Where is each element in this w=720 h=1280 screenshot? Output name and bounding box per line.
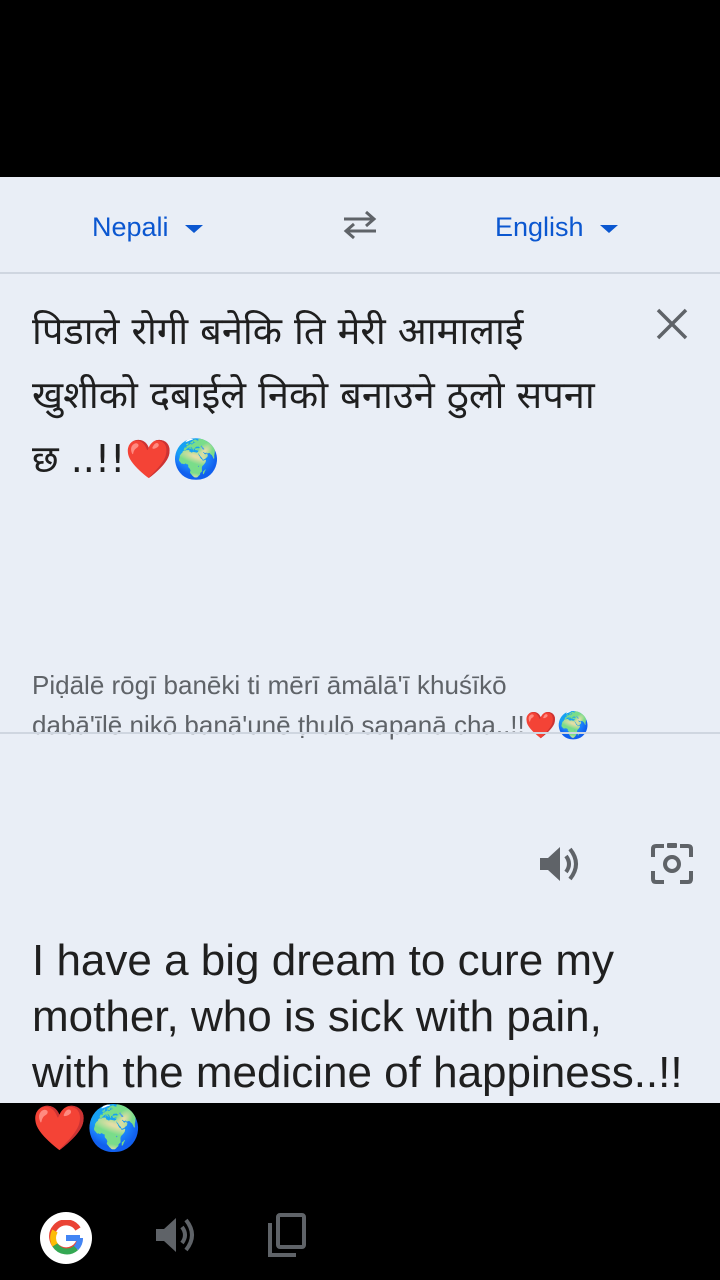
source-language-selector[interactable]: Nepali (92, 207, 203, 247)
translate-app: Nepali English पिडाले रोगी बनेकि ति मेरी… (0, 177, 720, 1264)
translation-text: I have a big dream to cure my mother, wh… (32, 936, 683, 1153)
google-logo-icon[interactable] (40, 1212, 92, 1264)
target-language-label: English (495, 211, 584, 242)
source-language-label: Nepali (92, 211, 169, 242)
close-icon[interactable] (652, 304, 692, 344)
copy-icon[interactable] (264, 1211, 310, 1259)
source-text[interactable]: पिडाले रोगी बनेकि ति मेरी आमालाई खुशीको … (32, 299, 612, 491)
language-bar: Nepali English (0, 177, 720, 272)
speaker-icon[interactable] (536, 842, 584, 886)
chevron-down-icon (184, 225, 203, 233)
chevron-down-icon (599, 225, 618, 233)
swap-languages-icon[interactable] (338, 205, 382, 245)
target-language-selector[interactable]: English (495, 207, 618, 247)
divider (0, 272, 720, 274)
camera-icon[interactable] (648, 841, 696, 887)
speaker-icon[interactable] (152, 1213, 200, 1257)
divider (0, 732, 720, 734)
